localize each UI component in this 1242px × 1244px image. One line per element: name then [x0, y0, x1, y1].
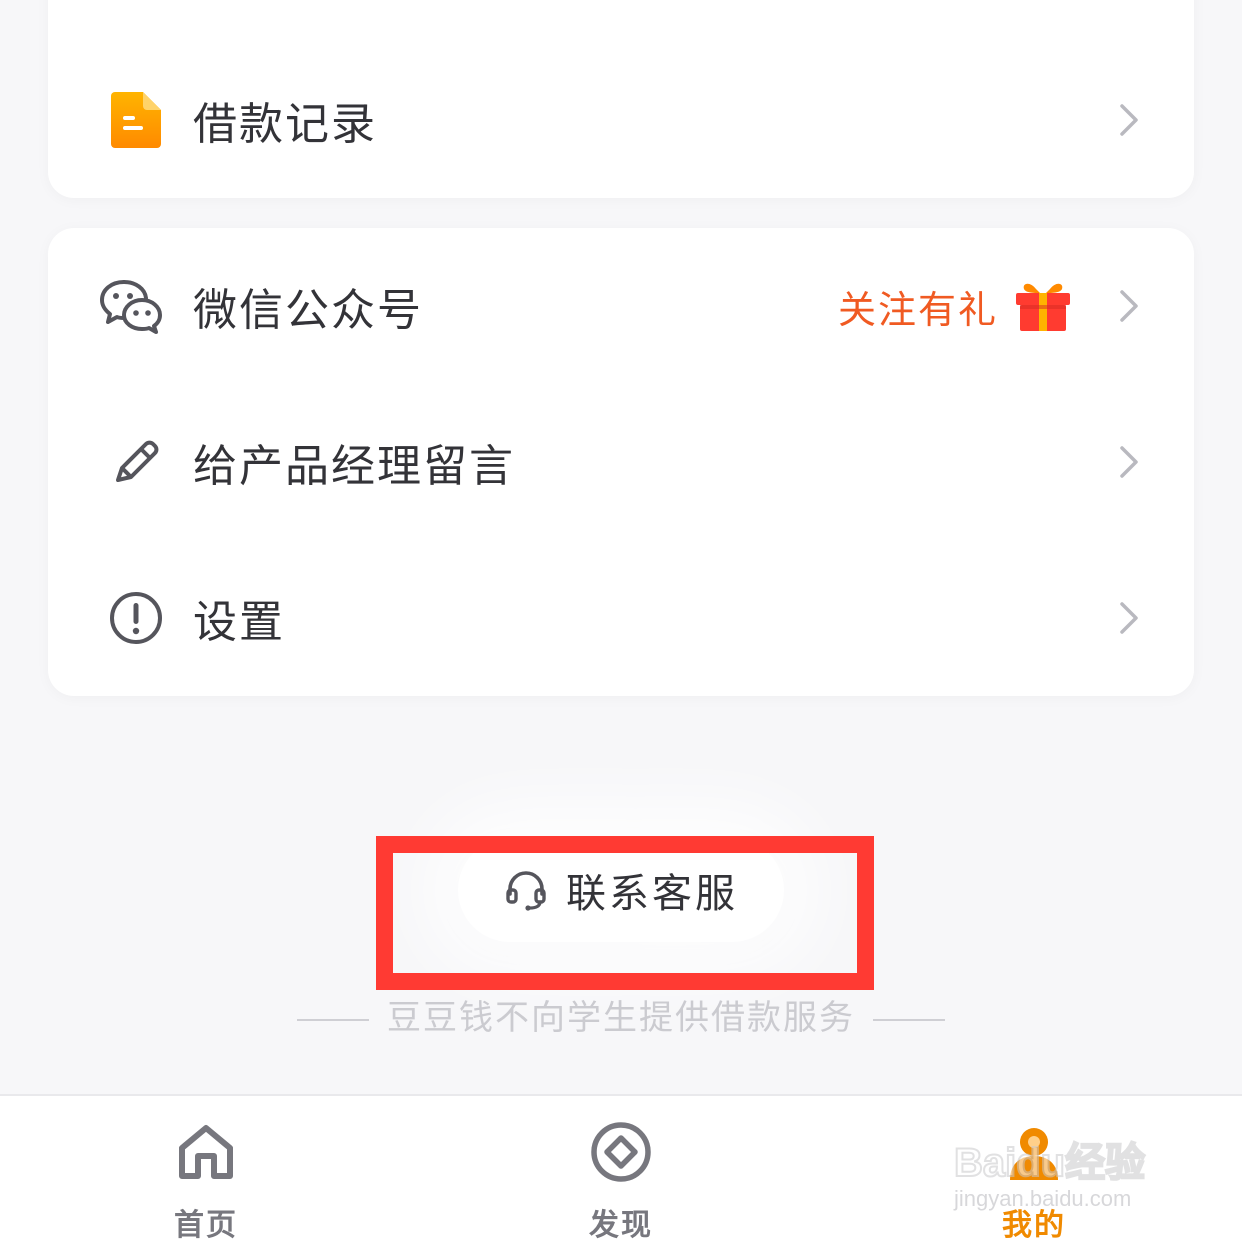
contact-support-label: 联系客服	[566, 871, 738, 917]
chevron-right-icon	[1116, 598, 1142, 638]
tab-label: 我的	[1002, 1208, 1066, 1243]
divider-right	[873, 1018, 945, 1021]
wechat-icon	[96, 274, 166, 338]
compass-icon	[589, 1120, 653, 1184]
tab-label: 首页	[174, 1208, 238, 1243]
menu-item-loan-records[interactable]: 借款记录	[48, 42, 1194, 198]
user-icon	[1002, 1120, 1066, 1184]
tab-home[interactable]: 首页	[106, 1096, 306, 1244]
tab-discover[interactable]: 发现	[521, 1096, 721, 1244]
pencil-icon	[104, 430, 168, 494]
chevron-right-icon	[1116, 286, 1142, 326]
menu-item-label: 给产品经理留言	[193, 441, 515, 492]
menu-item-feedback[interactable]: 给产品经理留言	[48, 384, 1194, 540]
contact-support-button[interactable]: 联系客服	[458, 838, 784, 942]
student-notice: 豆豆钱不向学生提供借款服务	[0, 990, 1242, 1039]
menu-item-wechat[interactable]: 微信公众号 关注有礼	[48, 228, 1194, 384]
gift-icon	[1014, 279, 1072, 333]
notice-text: 豆豆钱不向学生提供借款服务	[387, 998, 855, 1038]
bottom-tab-bar: 首页 发现 我的	[0, 1094, 1242, 1244]
menu-card-records: 借款记录	[48, 0, 1194, 198]
divider-left	[297, 1018, 369, 1021]
home-icon	[174, 1120, 238, 1184]
promo-text: 关注有礼	[837, 287, 998, 332]
document-icon	[104, 88, 168, 152]
chevron-right-icon	[1116, 442, 1142, 482]
headset-icon	[504, 868, 548, 912]
chevron-right-icon	[1116, 100, 1142, 140]
menu-item-label: 借款记录	[193, 99, 377, 150]
menu-item-label: 微信公众号	[193, 285, 423, 336]
info-circle-icon	[104, 586, 168, 650]
menu-card-main: 微信公众号 关注有礼 给产品经理留言 设置	[48, 228, 1194, 696]
tab-label: 发现	[589, 1208, 653, 1243]
menu-item-settings[interactable]: 设置	[48, 540, 1194, 696]
tab-mine[interactable]: 我的	[934, 1096, 1134, 1244]
menu-item-label: 设置	[193, 597, 285, 648]
